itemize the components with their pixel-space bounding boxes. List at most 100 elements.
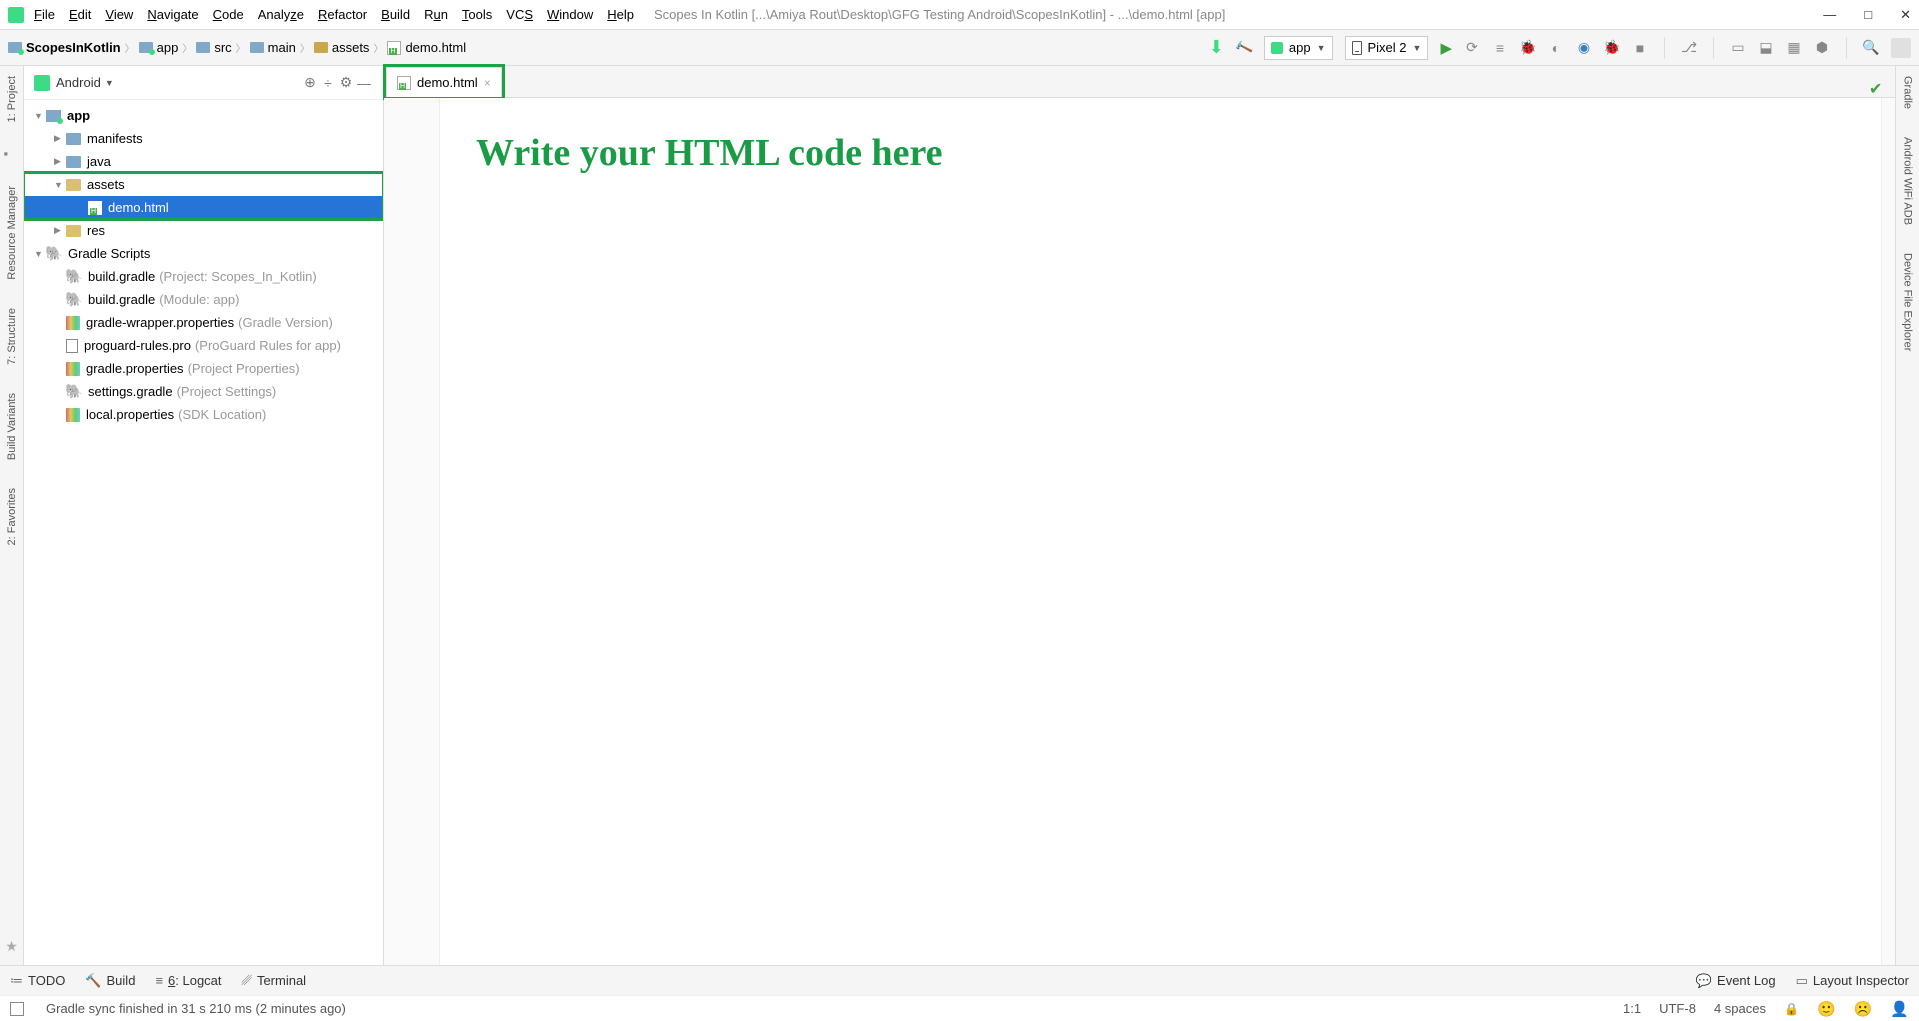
select-opened-file-icon[interactable]: ⊕ <box>301 74 319 92</box>
left-tab-structure[interactable]: 7: Structure <box>6 304 18 369</box>
menu-code[interactable]: Code <box>213 7 244 22</box>
crumb-file[interactable]: demo.html <box>387 40 466 55</box>
left-tab-favorites[interactable]: 2: Favorites <box>6 484 18 549</box>
tree-app[interactable]: ▼app <box>24 104 383 127</box>
inspection-ok-icon[interactable]: ✔ <box>1869 79 1887 97</box>
project-view-mode[interactable]: Android <box>56 75 101 90</box>
sdk-manager-icon[interactable]: ⬓ <box>1758 40 1774 56</box>
left-tab-project[interactable]: 1: Project <box>6 72 18 126</box>
avd-manager-icon[interactable]: ▭ <box>1730 40 1746 56</box>
stop-icon[interactable]: ■ <box>1632 40 1648 56</box>
apply-changes-icon[interactable]: ⟳ <box>1464 40 1480 56</box>
git-icon[interactable]: ⎇ <box>1681 40 1697 56</box>
editor-gutter <box>384 98 440 965</box>
editor-area: demo.html × ✔ Write your HTML code here <box>384 66 1895 965</box>
tree-gradle-scripts[interactable]: ▼🐘Gradle Scripts <box>24 242 383 265</box>
minimize-button[interactable]: — <box>1823 7 1836 23</box>
menu-run[interactable]: Run <box>424 7 448 22</box>
coverage-icon[interactable]: ◐ <box>1548 40 1564 56</box>
menu-file[interactable]: File <box>34 7 55 22</box>
editor-tab-demo-html[interactable]: demo.html × <box>386 67 502 97</box>
structure-icon[interactable]: ⬢ <box>1814 40 1830 56</box>
tree-demo-html[interactable]: demo.html <box>24 196 383 219</box>
hector-icon[interactable]: 👤 <box>1890 1000 1909 1018</box>
apply-code-changes-icon[interactable]: ≡ <box>1492 40 1508 56</box>
bottom-tab-layout-inspector[interactable]: ▭Layout Inspector <box>1796 973 1909 989</box>
crumb-project[interactable]: ScopesInKotlin <box>8 40 121 55</box>
tree-build-gradle-module[interactable]: 🐘build.gradle(Module: app) <box>24 288 383 311</box>
right-tab-gradle[interactable]: Gradle <box>1902 72 1914 113</box>
menu-navigate[interactable]: Navigate <box>147 7 198 22</box>
readonly-lock-icon[interactable]: 🔒 <box>1784 1002 1799 1016</box>
project-tree[interactable]: ▼app ▶manifests ▶java ▼assets demo.html … <box>24 100 383 965</box>
maximize-button[interactable]: □ <box>1864 7 1872 23</box>
right-tab-wifi-adb[interactable]: Android WiFi ADB <box>1902 133 1914 229</box>
close-button[interactable]: ✕ <box>1900 7 1911 23</box>
tree-gradle-properties[interactable]: gradle.properties(Project Properties) <box>24 357 383 380</box>
status-box-icon[interactable] <box>10 1002 24 1016</box>
tree-manifests[interactable]: ▶manifests <box>24 127 383 150</box>
sad-face-icon[interactable]: ☹️ <box>1854 1000 1873 1018</box>
editor-preview: Write your HTML code here <box>440 98 1881 965</box>
close-tab-icon[interactable]: × <box>484 76 491 90</box>
tree-java[interactable]: ▶java <box>24 150 383 173</box>
search-icon[interactable]: 🔍 <box>1863 40 1879 56</box>
menu-analyze[interactable]: Analyze <box>258 7 304 22</box>
main-menu: File Edit View Navigate Code Analyze Ref… <box>34 7 634 22</box>
menu-help[interactable]: Help <box>607 7 634 22</box>
debug-icon[interactable]: 🐞 <box>1520 40 1536 56</box>
tree-settings-gradle[interactable]: 🐘settings.gradle(Project Settings) <box>24 380 383 403</box>
breadcrumbs: ScopesInKotlin〉 app〉 src〉 main〉 assets〉 … <box>8 40 466 55</box>
phone-icon <box>1352 41 1362 55</box>
menu-vcs[interactable]: VCS <box>506 7 533 22</box>
scroll-from-source-icon[interactable]: ÷ <box>319 74 337 92</box>
bottom-tab-logcat[interactable]: ≡6: Logcat <box>155 973 221 988</box>
attach-debugger-icon[interactable]: 🐞 <box>1604 40 1620 56</box>
tree-assets[interactable]: ▼assets <box>24 173 383 196</box>
sync-icon[interactable]: ⬇ <box>1209 37 1224 58</box>
cursor-position[interactable]: 1:1 <box>1623 1001 1641 1016</box>
run-button[interactable]: ▶ <box>1440 39 1452 57</box>
indent-setting[interactable]: 4 spaces <box>1714 1001 1766 1016</box>
bookmark-icon[interactable]: ▪ <box>4 146 20 162</box>
tree-build-gradle-project[interactable]: 🐘build.gradle(Project: Scopes_In_Kotlin) <box>24 265 383 288</box>
tree-wrapper-properties[interactable]: gradle-wrapper.properties(Gradle Version… <box>24 311 383 334</box>
left-tab-build-variants[interactable]: Build Variants <box>6 389 18 464</box>
editor-body[interactable]: Write your HTML code here <box>384 98 1895 965</box>
right-tab-device-file-explorer[interactable]: Device File Explorer <box>1902 249 1914 355</box>
menu-build[interactable]: Build <box>381 7 410 22</box>
crumb-app[interactable]: app <box>139 40 179 55</box>
tree-proguard[interactable]: proguard-rules.pro(ProGuard Rules for ap… <box>24 334 383 357</box>
left-tab-resource-manager[interactable]: Resource Manager <box>6 182 18 284</box>
menu-view[interactable]: View <box>105 7 133 22</box>
bottom-tab-terminal[interactable]: ␥Terminal <box>242 973 307 989</box>
avatar-icon[interactable] <box>1891 38 1911 58</box>
run-config-select[interactable]: app ▼ <box>1264 36 1333 60</box>
crumb-main[interactable]: main <box>250 40 296 55</box>
crumb-assets[interactable]: assets <box>314 40 370 55</box>
resource-manager-icon[interactable]: ▦ <box>1786 40 1802 56</box>
menu-edit[interactable]: Edit <box>69 7 91 22</box>
star-icon[interactable]: ★ <box>5 938 18 955</box>
window-title: Scopes In Kotlin [...\Amiya Rout\Desktop… <box>654 7 1813 22</box>
crumb-src[interactable]: src <box>196 40 231 55</box>
bottom-tab-event-log[interactable]: 💬Event Log <box>1696 973 1776 989</box>
tree-res[interactable]: ▶res <box>24 219 383 242</box>
profiler-icon[interactable]: ◉ <box>1576 40 1592 56</box>
right-tool-strip: Gradle Android WiFi ADB Device File Expl… <box>1895 66 1919 965</box>
status-bar: Gradle sync finished in 31 s 210 ms (2 m… <box>0 995 1919 1021</box>
bottom-tab-build[interactable]: 🔨Build <box>85 973 135 989</box>
menu-refactor[interactable]: Refactor <box>318 7 367 22</box>
hide-tool-window-icon[interactable]: — <box>355 74 373 92</box>
status-message: Gradle sync finished in 31 s 210 ms (2 m… <box>46 1001 346 1016</box>
menu-tools[interactable]: Tools <box>462 7 492 22</box>
file-encoding[interactable]: UTF-8 <box>1659 1001 1696 1016</box>
happy-face-icon[interactable]: 🙂 <box>1817 1000 1836 1018</box>
device-select[interactable]: Pixel 2 ▼ <box>1345 36 1429 60</box>
bottom-tab-todo[interactable]: ≔TODO <box>10 973 65 989</box>
android-icon <box>34 75 50 91</box>
project-settings-icon[interactable]: ⚙ <box>337 74 355 92</box>
build-icon[interactable]: 🔨 <box>1234 37 1255 58</box>
tree-local-properties[interactable]: local.properties(SDK Location) <box>24 403 383 426</box>
menu-window[interactable]: Window <box>547 7 593 22</box>
